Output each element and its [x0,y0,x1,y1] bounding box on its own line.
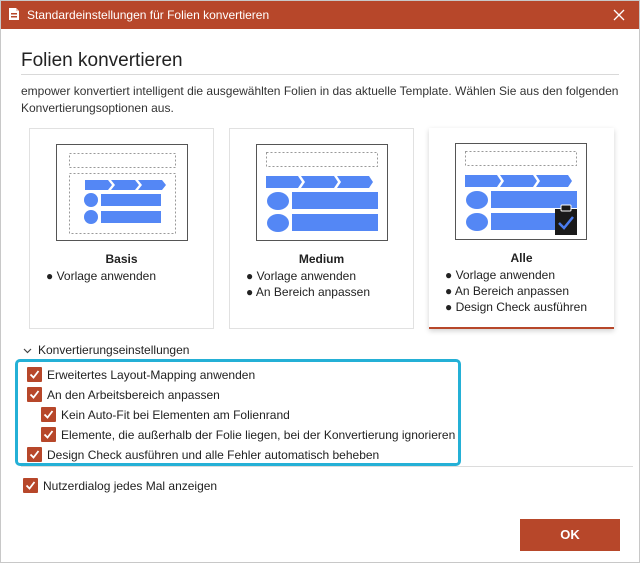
settings-section-header[interactable]: Konvertierungseinstellungen [23,343,189,357]
checkbox[interactable] [41,427,56,442]
option-label: Kein Auto-Fit bei Elementen am Folienran… [61,408,290,422]
checkmark-icon [29,390,40,399]
checkbox[interactable] [41,407,56,422]
close-button[interactable] [599,1,639,29]
checkmark-icon [25,481,36,490]
card-title-basis: Basis [105,252,138,266]
option-label: Elemente, die außerhalb der Folie liegen… [61,428,456,442]
card-feature: ● Vorlage anwenden [445,268,555,282]
checkbox[interactable] [27,447,42,462]
alle-thumbnail [455,143,587,240]
option-label: An den Arbeitsbereich anpassen [47,388,220,402]
description-text: empower konvertiert intelligent die ausg… [21,84,619,115]
card-feature: ● Design Check ausführen [445,300,587,314]
card-feature: ● Vorlage anwenden [46,269,156,283]
option-label: Nutzerdialog jedes Mal anzeigen [43,479,218,493]
card-feature: ● Vorlage anwenden [246,269,356,283]
checkmark-icon [29,370,40,379]
ok-button[interactable]: OK [520,519,620,551]
page-title: Folien konvertieren [21,50,183,71]
checkbox[interactable] [23,478,38,493]
dialog-window: Standardeinstellungen für Folien konvert… [0,0,640,563]
checkbox[interactable] [27,367,42,382]
checkbox[interactable] [27,387,42,402]
basis-thumbnail [56,144,188,241]
card-feature: ● An Bereich anpassen [246,285,370,299]
checkmark-icon [43,430,54,439]
settings-section-title: Konvertierungseinstellungen [38,343,190,357]
close-icon [613,9,625,21]
chevron-down-icon [23,348,32,354]
empower-app-icon [9,8,19,20]
card-title-alle: Alle [510,251,533,265]
card-features-medium: ● Vorlage anwenden ● An Bereich anpassen [246,268,370,300]
option-card-medium[interactable]: Medium ● Vorlage anwenden ● An Bereich a… [229,128,414,329]
checkmark-icon [29,450,40,459]
medium-thumbnail [256,144,388,241]
settings-divider [21,466,633,467]
card-title-medium: Medium [298,252,345,266]
option-card-alle[interactable]: Alle ● Vorlage anwenden ● An Bereich anp… [429,128,614,329]
card-feature: ● An Bereich anpassen [445,284,569,298]
checkmark-icon [43,410,54,419]
option-label: Design Check ausführen und alle Fehler a… [47,448,380,462]
option-card-basis[interactable]: Basis ● Vorlage anwenden [29,128,214,329]
title-divider [21,74,619,75]
card-features-alle: ● Vorlage anwenden ● An Bereich anpassen… [445,267,587,315]
design-check-clipboard-icon [555,204,577,235]
title-bar: Standardeinstellungen für Folien konvert… [1,1,639,29]
window-title: Standardeinstellungen für Folien konvert… [27,8,270,22]
card-features-basis: ● Vorlage anwenden [46,268,156,284]
option-label: Erweitertes Layout-Mapping anwenden [47,368,256,382]
